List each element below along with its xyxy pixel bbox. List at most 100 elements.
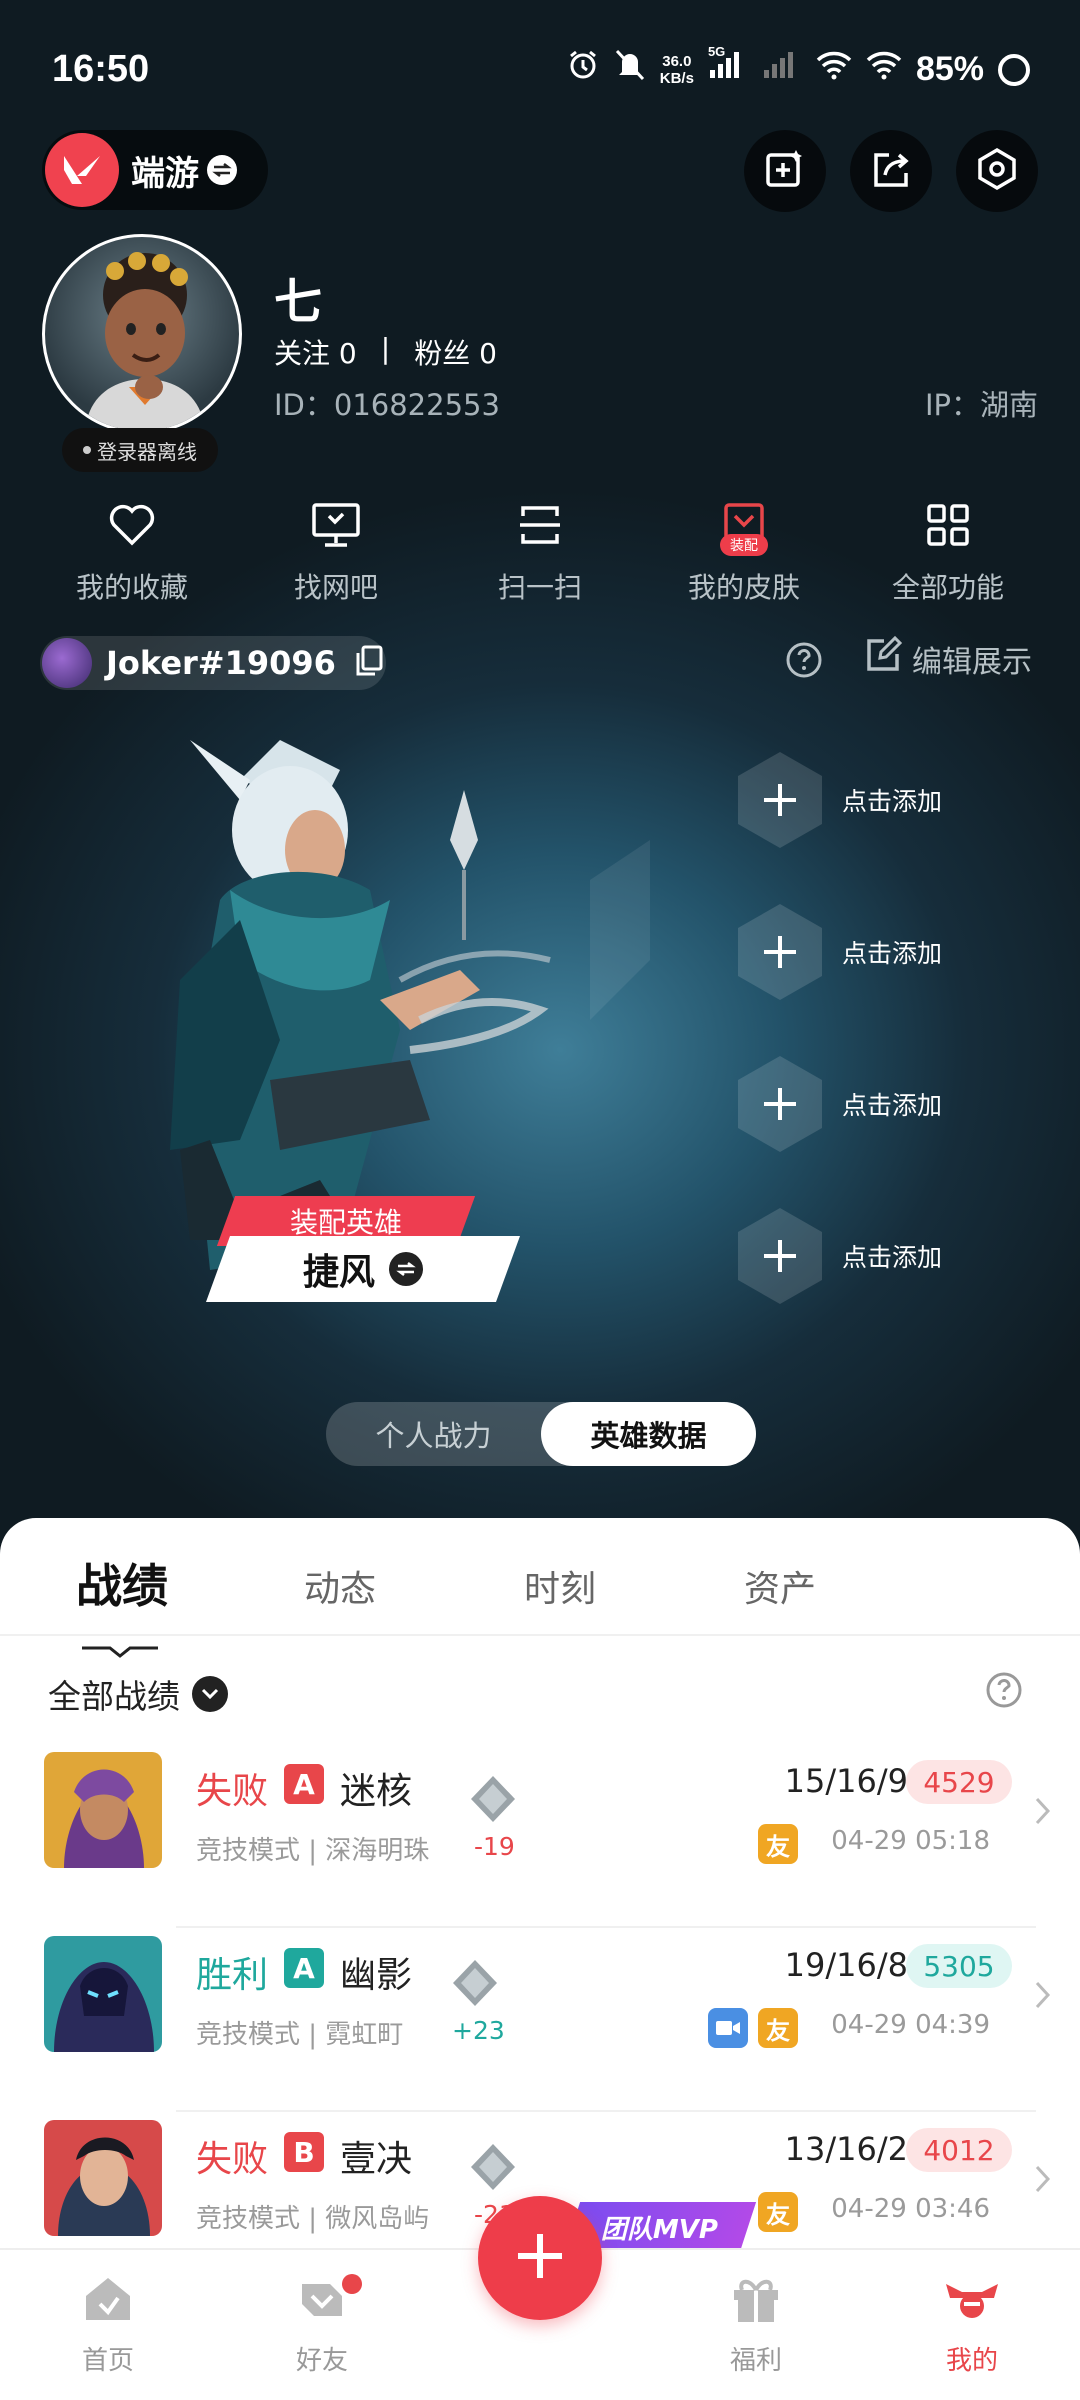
quick-item-favorites[interactable]: 我的收藏: [37, 498, 227, 606]
hero-name-tag[interactable]: 捷风: [205, 1236, 521, 1302]
add-slot-4[interactable]: 点击添加: [738, 1208, 942, 1304]
records-help-icon[interactable]: [984, 1670, 1024, 1714]
match-agent: 壹决: [340, 2139, 413, 2180]
valorant-logo-icon: [45, 133, 119, 207]
edit-card-icon: [763, 147, 807, 195]
tab-records[interactable]: 战绩: [76, 1550, 168, 1616]
tab-moments[interactable]: 时刻: [524, 1560, 596, 1612]
add-slot-1[interactable]: 点击添加: [738, 752, 942, 848]
stat-separator: |: [380, 332, 391, 365]
match-time: 04-29 03:46: [831, 2194, 990, 2224]
game-label: 端游: [131, 153, 199, 194]
add-slot-label: 点击添加: [842, 939, 943, 968]
riot-account-chip[interactable]: Joker#19096: [40, 636, 386, 690]
match-row[interactable]: 失败 A 迷核 竞技模式 | 深海明珠 -19 15/16/9 4529 友 0…: [0, 1744, 1080, 1928]
match-score: 4529: [906, 1760, 1012, 1804]
wifi-2-icon: [866, 50, 902, 89]
nav-label: 我的: [945, 2346, 998, 2376]
nickname: 七: [274, 274, 323, 330]
friends-notification-dot: [342, 2274, 362, 2294]
friend-badge: 友: [758, 2008, 798, 2048]
net-speed-unit: KB/s: [659, 69, 694, 87]
battery-ring-icon: [998, 53, 1030, 86]
settings-icon: [974, 146, 1020, 196]
rank-icon: [471, 1776, 515, 1822]
follow-stat[interactable]: 关注 0: [274, 332, 357, 372]
chevron-down-icon: [192, 1676, 228, 1712]
active-tab-indicator: [82, 1646, 158, 1658]
match-mode: 竞技模式 | 深海明珠: [196, 1836, 430, 1866]
edit-display-button[interactable]: 编辑展示: [864, 635, 1032, 682]
game-switcher[interactable]: 端游: [42, 130, 268, 210]
add-slot-3[interactable]: 点击添加: [738, 1056, 942, 1152]
quick-item-skins[interactable]: 装配 我的皮肤: [649, 498, 839, 606]
offline-dot: [83, 446, 91, 454]
create-post-button[interactable]: [478, 2196, 602, 2320]
net-speed: 36.0 KB/s: [660, 53, 694, 87]
plus-icon: [738, 1056, 822, 1152]
plus-icon: [738, 904, 822, 1000]
tab-assets[interactable]: 资产: [744, 1560, 816, 1612]
quick-item-label: 我的收藏: [75, 571, 188, 604]
settings-button[interactable]: [956, 130, 1038, 212]
copy-icon[interactable]: [354, 644, 384, 682]
agent-portrait: [44, 1752, 162, 1868]
divider: [0, 1634, 1080, 1636]
avatar[interactable]: [42, 234, 242, 434]
chevron-right-icon: [1034, 1980, 1052, 2014]
follow-stats: 关注 0 | 粉丝 0: [274, 332, 497, 372]
plus-icon: [738, 752, 822, 848]
chevron-right-icon: [1034, 1796, 1052, 1830]
nav-label: 好友: [295, 2346, 348, 2376]
skin-icon: 装配: [717, 498, 771, 556]
records-sheet: 战绩 动态 时刻 资产 全部战绩 失败 A 迷核 竞技模式 | 深海明珠 -19…: [0, 1518, 1080, 2252]
follow-count: 0: [338, 337, 357, 370]
help-icon[interactable]: [784, 640, 824, 684]
friend-badge: 友: [758, 1824, 798, 1864]
nav-home[interactable]: 首页: [48, 2274, 168, 2377]
hero-name: 捷风: [302, 1252, 375, 1293]
fans-label: 粉丝: [414, 337, 471, 370]
records-filter[interactable]: 全部战绩: [48, 1670, 228, 1718]
share-button[interactable]: [850, 130, 932, 212]
match-result: 失败: [196, 1771, 269, 1812]
quick-item-all[interactable]: 全部功能: [853, 498, 1043, 606]
alarm-icon: [566, 48, 600, 91]
profile-header-area: 16:50 36.0 KB/s 5G 85% 端游 登录器离线 七 关注 0 |…: [0, 0, 1080, 1560]
nav-benefits[interactable]: 福利: [696, 2274, 816, 2377]
match-row[interactable]: 胜利 A 幽影 竞技模式 | 霓虹町 +23 19/16/8 5305 友 04…: [0, 1928, 1080, 2112]
net-speed-value: 36.0: [662, 52, 692, 70]
fans-stat[interactable]: 粉丝 0: [414, 332, 497, 372]
agent-portrait: [44, 2120, 162, 2236]
gift-icon: [728, 2274, 784, 2328]
nav-me[interactable]: 我的: [912, 2274, 1032, 2377]
toggle-hero-data[interactable]: 英雄数据: [541, 1402, 756, 1466]
wifi-icon: [816, 50, 852, 89]
quick-item-netcafe[interactable]: 找网吧: [241, 498, 431, 606]
video-icon: [708, 2008, 748, 2048]
nav-friends[interactable]: 好友: [262, 2274, 382, 2377]
add-slot-label: 点击添加: [842, 787, 943, 816]
add-slot-2[interactable]: 点击添加: [738, 904, 942, 1000]
quick-item-label: 扫一扫: [497, 571, 582, 604]
quick-item-scan[interactable]: 扫一扫: [445, 498, 635, 606]
match-agent: 迷核: [340, 1771, 413, 1812]
match-score: 5305: [906, 1944, 1012, 1988]
quick-functions: 我的收藏 找网吧 扫一扫 装配 我的皮肤 全部功能: [0, 498, 1080, 606]
match-kda: 19/16/8: [784, 1946, 908, 1984]
heart-icon: [105, 498, 159, 552]
follow-label: 关注: [274, 337, 331, 370]
add-slot-label: 点击添加: [842, 1243, 943, 1272]
fans-count: 0: [479, 337, 497, 370]
tab-feed[interactable]: 动态: [304, 1560, 376, 1612]
launcher-status-badge: 登录器离线: [62, 428, 218, 472]
match-grade: A: [284, 1948, 324, 1988]
toggle-personal-power[interactable]: 个人战力: [326, 1402, 541, 1466]
edit-card-button[interactable]: [744, 130, 826, 212]
match-score: 4012: [906, 2128, 1012, 2172]
friend-badge: 友: [758, 2192, 798, 2232]
chevron-right-icon: [1034, 2164, 1052, 2198]
quick-item-label: 找网吧: [293, 571, 378, 604]
edit-display-label: 编辑展示: [912, 645, 1032, 680]
match-result: 胜利: [196, 1955, 269, 1996]
